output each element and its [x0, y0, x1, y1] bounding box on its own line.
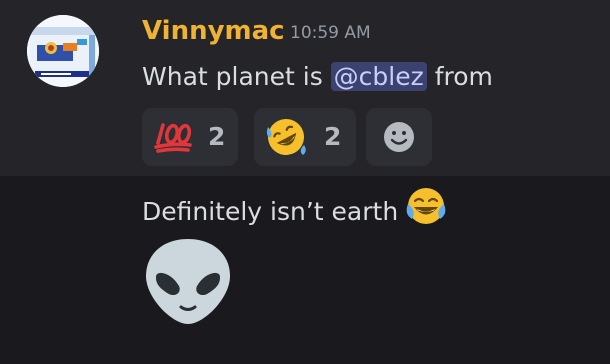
hundred-points-icon: [154, 121, 192, 153]
rolling-on-floor-laughing-icon: [264, 115, 308, 159]
reaction-rofl[interactable]: 2: [254, 108, 356, 166]
message-text: What planet is @cblez from: [142, 59, 493, 95]
author-username[interactable]: Vinnymac: [142, 13, 285, 49]
smiley-add-reaction-icon: [383, 121, 415, 153]
add-reaction-button[interactable]: [366, 108, 432, 166]
user-avatar[interactable]: [27, 15, 99, 87]
message-text-2: Definitely isn’t earth: [142, 186, 448, 230]
message-text-content: Definitely isn’t earth: [142, 197, 399, 226]
message-text-prefix: What planet is: [142, 62, 331, 91]
message-group-hovered: Vinnymac 10:59 AM What planet is @cblez …: [0, 0, 610, 176]
alien-emoji-icon: [142, 236, 234, 328]
joy-emoji-icon: [404, 186, 448, 230]
user-mention[interactable]: @cblez: [330, 62, 427, 91]
message-text-suffix: from: [426, 62, 493, 91]
reaction-100[interactable]: 2: [142, 108, 238, 166]
message-timestamp: 10:59 AM: [290, 23, 371, 43]
reaction-count: 2: [208, 122, 226, 151]
reaction-count: 2: [324, 122, 342, 151]
